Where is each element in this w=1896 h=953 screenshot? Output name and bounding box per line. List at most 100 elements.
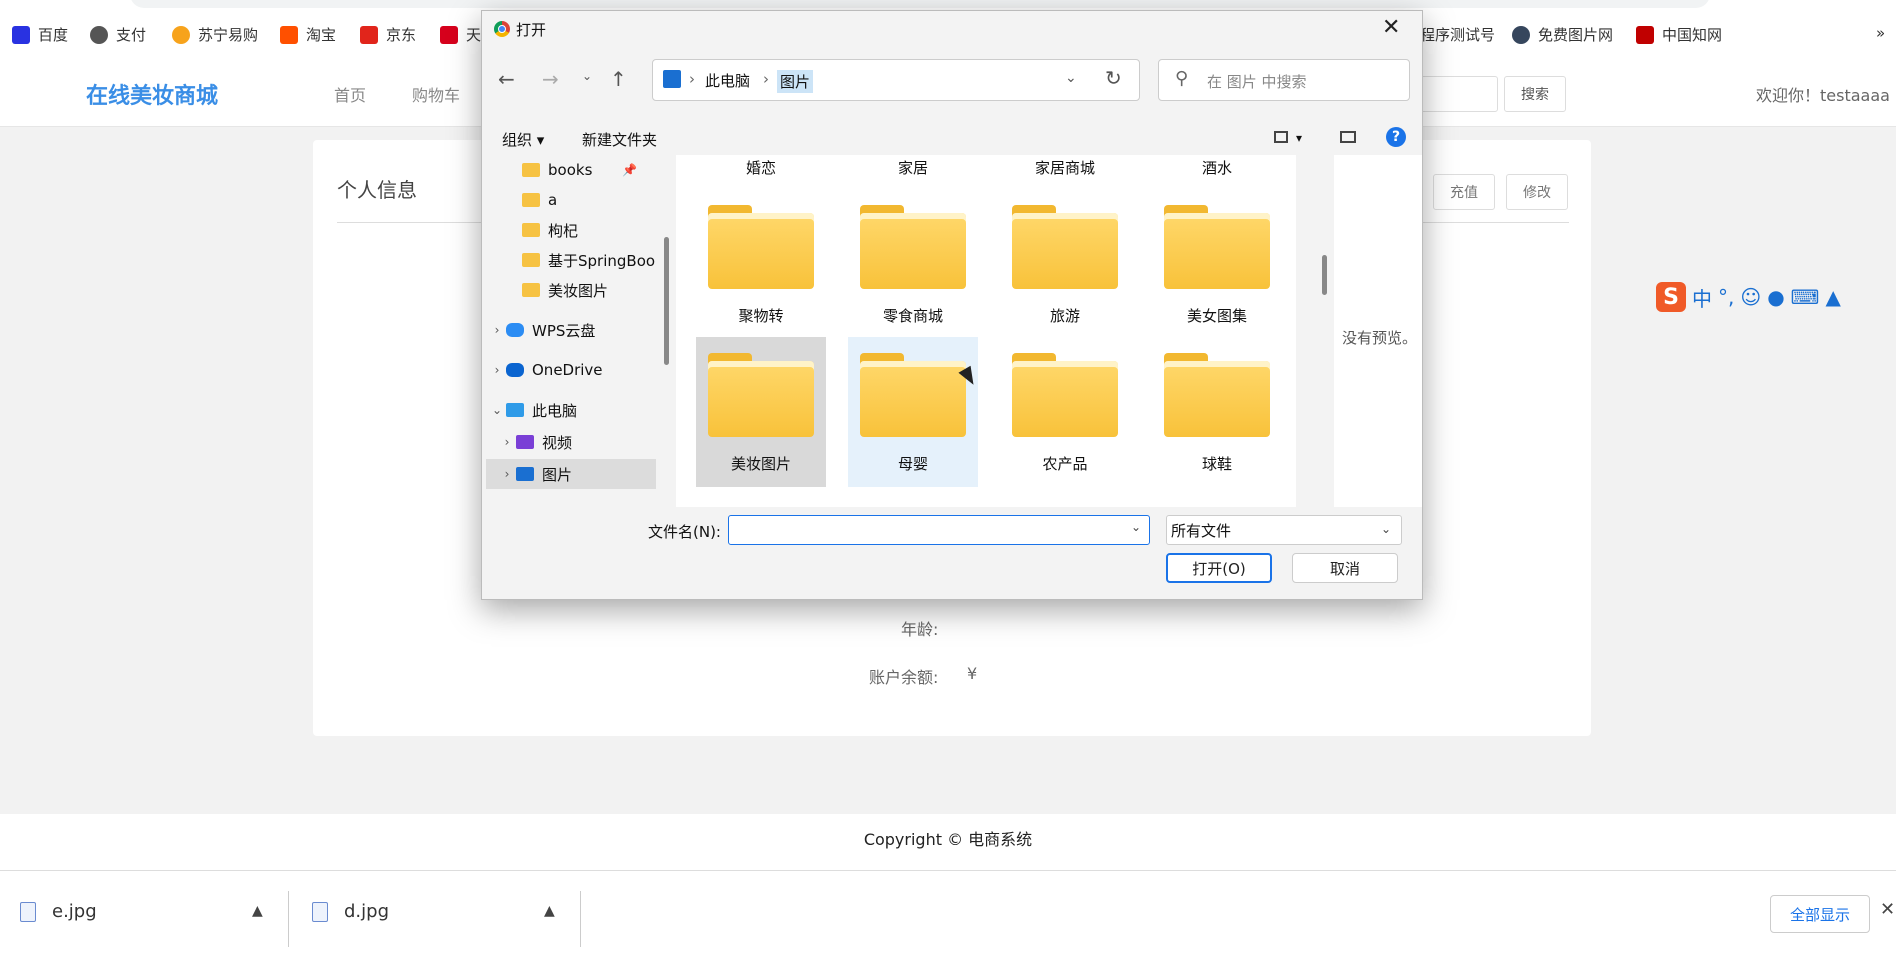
bookmark-suning[interactable]: 苏宁易购 (172, 24, 258, 45)
tree-label: WPS云盘 (532, 321, 596, 340)
folder-tile[interactable]: 零食商城 (848, 189, 978, 339)
age-label: 年龄: (901, 620, 939, 639)
cancel-button[interactable]: 取消 (1292, 553, 1398, 583)
folder-icon (1164, 205, 1270, 289)
view-mode-icon[interactable] (1274, 131, 1288, 143)
bookmark-testaccount[interactable]: 程序测试号 (1420, 24, 1495, 45)
download-item[interactable]: e.jpg (20, 901, 97, 922)
tree-item-pictures[interactable]: › 图片 (486, 459, 656, 489)
close-icon[interactable]: ✕ (1880, 899, 1895, 920)
balance-currency: ¥ (967, 664, 978, 683)
folder-tile[interactable]: 美女图集 (1152, 189, 1282, 339)
tree-item-books[interactable]: books 📌 (486, 155, 656, 185)
ime-mode[interactable]: 中 (1692, 283, 1712, 312)
tree-item-a[interactable]: a (486, 185, 656, 215)
address-bar[interactable] (130, 0, 1710, 8)
folder-tile[interactable]: 农产品 (1000, 337, 1130, 487)
show-all-button[interactable]: 全部显示 (1770, 895, 1870, 933)
nav-home[interactable]: 首页 (334, 82, 366, 106)
address-bar[interactable]: › 此电脑 › 图片 ⌄ ↻ (652, 59, 1140, 101)
back-arrow-icon[interactable]: ← (498, 67, 515, 91)
keyboard-icon[interactable]: ⌨ (1791, 285, 1820, 309)
file-open-dialog: 打开 ✕ ← → ⌄ ↑ › 此电脑 › 图片 ⌄ ↻ ⚲ 在 图片 中搜索 组… (481, 10, 1423, 600)
tree-label: a (548, 191, 558, 209)
refresh-icon[interactable]: ↻ (1105, 66, 1122, 90)
dialog-titlebar[interactable]: 打开 ✕ (482, 11, 1422, 47)
welcome-text[interactable]: 欢迎你！testaaaa (1756, 82, 1890, 106)
folder-tile-hover[interactable]: 母婴 (848, 337, 978, 487)
bookmark-tmall[interactable]: 天 (440, 24, 481, 45)
breadcrumb-pictures[interactable]: 图片 (777, 70, 814, 93)
filename-label: 文件名(N): (648, 523, 721, 541)
help-icon[interactable]: ? (1386, 127, 1406, 147)
open-button[interactable]: 打开(O) (1166, 553, 1272, 583)
chevron-down-icon[interactable]: ⌄ (1065, 70, 1077, 86)
recent-dropdown-icon[interactable]: ⌄ (582, 69, 592, 83)
tree-item-goji[interactable]: 枸杞 (486, 215, 656, 245)
image-file-icon (312, 901, 328, 922)
pictures-icon (663, 70, 681, 88)
folder-label: 婚恋 (745, 159, 776, 177)
microphone-icon[interactable]: ● (1767, 285, 1784, 309)
bookmark-jd[interactable]: 京东 (360, 24, 416, 45)
tree-item-springboot[interactable]: 基于SpringBoo (486, 245, 656, 275)
chevron-up-icon[interactable]: ▲ (252, 903, 263, 919)
folder-label: 球鞋 (1201, 455, 1232, 473)
bookmark-baidu[interactable]: 百度 (12, 24, 68, 45)
chevron-right-icon[interactable]: › (498, 435, 516, 449)
tree-item-videos[interactable]: › 视频 (486, 427, 656, 457)
search-input[interactable]: ⚲ 在 图片 中搜索 (1158, 59, 1410, 101)
folder-tile[interactable]: 球鞋 (1152, 337, 1282, 487)
site-search-button[interactable]: 搜索 (1504, 76, 1566, 112)
up-arrow-icon[interactable]: ↑ (610, 67, 627, 91)
tree-item-this-pc[interactable]: ⌄ 此电脑 (486, 395, 656, 425)
folder-tile[interactable]: 旅游 (1000, 189, 1130, 339)
tree-item-wps-cloud[interactable]: › WPS云盘 (486, 315, 656, 345)
breadcrumb-sep: › (763, 70, 769, 88)
site-logo[interactable]: 在线美妆商城 (86, 78, 218, 110)
download-item[interactable]: d.jpg (312, 901, 389, 922)
folder-label: 美妆图片 (730, 455, 791, 473)
edit-button[interactable]: 修改 (1506, 174, 1568, 210)
skin-icon[interactable]: ▲ (1826, 285, 1841, 309)
ime-punct[interactable]: °, (1718, 285, 1734, 309)
folder-tile-selected[interactable]: 美妆图片 (696, 337, 826, 487)
forward-arrow-icon[interactable]: → (542, 67, 559, 91)
divider (580, 891, 581, 947)
bookmark-pay[interactable]: 支付 (90, 24, 146, 45)
bookmark-cnki[interactable]: 中国知网 (1636, 24, 1722, 45)
chevron-up-icon[interactable]: ▲ (544, 903, 555, 919)
recharge-button[interactable]: 充值 (1433, 174, 1495, 210)
chevron-down-icon[interactable]: ▾ (1296, 131, 1302, 145)
folder-tile[interactable]: 酒水 (1152, 155, 1282, 191)
bookmark-taobao[interactable]: 淘宝 (280, 24, 336, 45)
filename-input[interactable]: ⌄ (728, 515, 1150, 545)
breadcrumb-this-pc[interactable]: 此电脑 (705, 70, 750, 91)
bookmarks-overflow-icon[interactable]: » (1876, 24, 1885, 42)
new-folder-button[interactable]: 新建文件夹 (582, 129, 657, 150)
nav-cart[interactable]: 购物车 (412, 82, 460, 106)
close-icon[interactable]: ✕ (1382, 15, 1400, 40)
ime-toolbar: S 中 °, ☺ ● ⌨ ▲ (1656, 280, 1896, 314)
bookmark-freeimages[interactable]: 免费图片网 (1512, 24, 1613, 45)
site-search-input[interactable] (1420, 76, 1498, 112)
filetype-select[interactable]: 所有文件 ⌄ (1166, 515, 1402, 545)
folder-tile[interactable]: 婚恋 (696, 155, 826, 191)
chevron-down-icon[interactable]: ⌄ (1131, 520, 1141, 534)
computer-icon (506, 403, 524, 417)
content-scrollbar[interactable] (1322, 255, 1327, 295)
sogou-logo-icon[interactable]: S (1656, 282, 1686, 312)
chevron-right-icon[interactable]: › (488, 363, 506, 377)
chevron-down-icon[interactable]: ⌄ (488, 403, 506, 417)
tree-scrollbar[interactable] (664, 237, 669, 365)
folder-tile[interactable]: 家居 (848, 155, 978, 191)
organize-button[interactable]: 组织 ▾ (502, 129, 544, 150)
preview-pane-icon[interactable] (1340, 131, 1356, 143)
chevron-right-icon[interactable]: › (498, 467, 516, 481)
tree-item-makeup-pics[interactable]: 美妆图片 (486, 275, 656, 305)
tree-item-onedrive[interactable]: › OneDrive (486, 355, 656, 385)
chevron-right-icon[interactable]: › (488, 323, 506, 337)
folder-tile[interactable]: 家居商城 (1000, 155, 1130, 191)
folder-tile[interactable]: 聚物转 (696, 189, 826, 339)
emoji-icon[interactable]: ☺ (1740, 285, 1761, 309)
